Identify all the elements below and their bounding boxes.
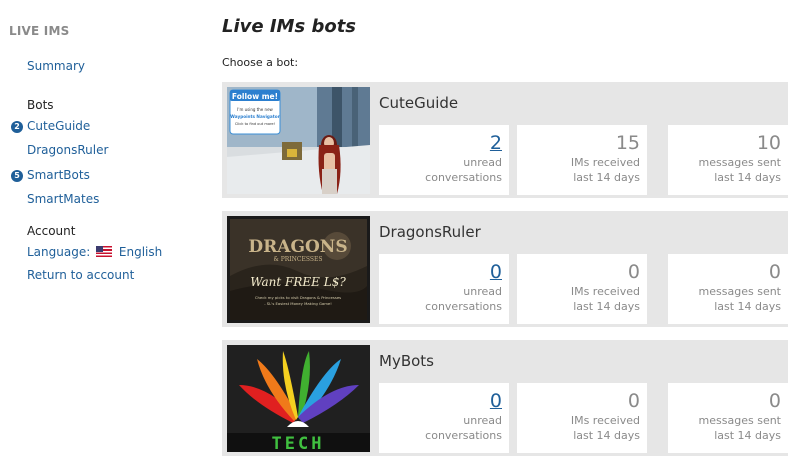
sidebar: LIVE IMS Summary Bots 2 CuteGuide Dragon… [0, 0, 210, 467]
unread-count[interactable]: 0 [379, 260, 502, 284]
thumb-text: DRAGONS [248, 237, 347, 257]
stat-label: messages sent [698, 156, 781, 169]
stat-label: last 14 days [573, 429, 640, 442]
stat-label: conversations [425, 300, 502, 313]
bot-card-dragonsruler[interactable]: DRAGONS & PRINCESSES Want FREE L$? Check… [222, 211, 788, 327]
messages-sent-stat: 0 messages sent last 14 days [668, 383, 788, 453]
stat-label: unread [463, 156, 502, 169]
stat-label: last 14 days [714, 429, 781, 442]
thumb-text: Follow me! [232, 92, 278, 101]
page-title: Live IMs bots [222, 16, 357, 37]
bot-name: MyBots [379, 352, 434, 370]
unread-count[interactable]: 0 [379, 389, 502, 413]
stat-label: last 14 days [573, 300, 640, 313]
ims-received-stat: 0 IMs received last 14 days [517, 254, 647, 324]
sent-count: 0 [768, 261, 781, 283]
stat-label: conversations [425, 429, 502, 442]
bot-thumbnail[interactable]: DRAGONS & PRINCESSES Want FREE L$? Check… [227, 216, 370, 323]
sidebar-item-cuteguide[interactable]: CuteGuide [27, 119, 90, 133]
bot-thumbnail[interactable]: Follow me! I'm using the new Waypoints N… [227, 87, 370, 194]
bot-card-mybots[interactable]: TECH MyBots 0 unread conversations 0 IMs… [222, 340, 788, 456]
ims-received-stat: 0 IMs received last 14 days [517, 383, 647, 453]
stat-label: IMs received [570, 414, 640, 427]
language-selector[interactable]: Language: English [27, 245, 162, 259]
stat-label: last 14 days [714, 300, 781, 313]
sent-count: 10 [756, 132, 781, 154]
app-title: LIVE IMS [9, 24, 70, 38]
us-flag-icon [96, 246, 113, 257]
unread-badge: 2 [11, 121, 23, 133]
thumb-text: Waypoints Navigator [230, 114, 280, 119]
language-value: English [118, 245, 163, 259]
stat-label: IMs received [570, 156, 640, 169]
sent-count: 0 [768, 390, 781, 412]
bots-heading: Bots [27, 98, 54, 112]
stat-label: conversations [425, 171, 502, 184]
thumb-text: & PRINCESSES [274, 256, 323, 263]
ims-received-stat: 15 IMs received last 14 days [517, 125, 647, 195]
stat-label: messages sent [698, 285, 781, 298]
unread-conversations-stat[interactable]: 0 unread conversations [379, 254, 509, 324]
choose-bot-label: Choose a bot: [222, 56, 299, 69]
sidebar-item-smartbots[interactable]: SmartBots [27, 168, 90, 182]
bot-thumbnail[interactable]: TECH [227, 345, 370, 452]
received-count: 15 [615, 132, 640, 154]
unread-count[interactable]: 2 [379, 131, 502, 155]
bot-card-cuteguide[interactable]: Follow me! I'm using the new Waypoints N… [222, 82, 788, 198]
bot-name: CuteGuide [379, 94, 459, 112]
stat-label: messages sent [698, 414, 781, 427]
language-label: Language: [27, 245, 91, 259]
received-count: 0 [627, 390, 640, 412]
unread-conversations-stat[interactable]: 0 unread conversations [379, 383, 509, 453]
bot-name: DragonsRuler [379, 223, 481, 241]
account-heading: Account [27, 224, 76, 238]
stat-label: last 14 days [573, 171, 640, 184]
received-count: 0 [627, 261, 640, 283]
stat-label: unread [463, 285, 502, 298]
stat-label: unread [463, 414, 502, 427]
messages-sent-stat: 0 messages sent last 14 days [668, 254, 788, 324]
thumb-text: - SL's Easiest Money Making Game! [264, 301, 332, 306]
stat-label: last 14 days [714, 171, 781, 184]
thumb-text: Click to find out more! [235, 122, 275, 126]
return-to-account-link[interactable]: Return to account [27, 268, 134, 282]
sidebar-item-dragonsruler[interactable]: DragonsRuler [27, 143, 108, 157]
thumb-text: Check my picks to visit Dragons & Prince… [255, 295, 341, 300]
sidebar-item-summary[interactable]: Summary [27, 59, 85, 73]
thumb-text: TECH [272, 434, 325, 452]
messages-sent-stat: 10 messages sent last 14 days [668, 125, 788, 195]
sidebar-item-smartmates[interactable]: SmartMates [27, 192, 99, 206]
unread-conversations-stat[interactable]: 2 unread conversations [379, 125, 509, 195]
thumb-text: I'm using the new [237, 107, 273, 112]
stat-label: IMs received [570, 285, 640, 298]
thumb-text: Want FREE L$? [250, 275, 346, 289]
unread-badge: 5 [11, 170, 23, 182]
